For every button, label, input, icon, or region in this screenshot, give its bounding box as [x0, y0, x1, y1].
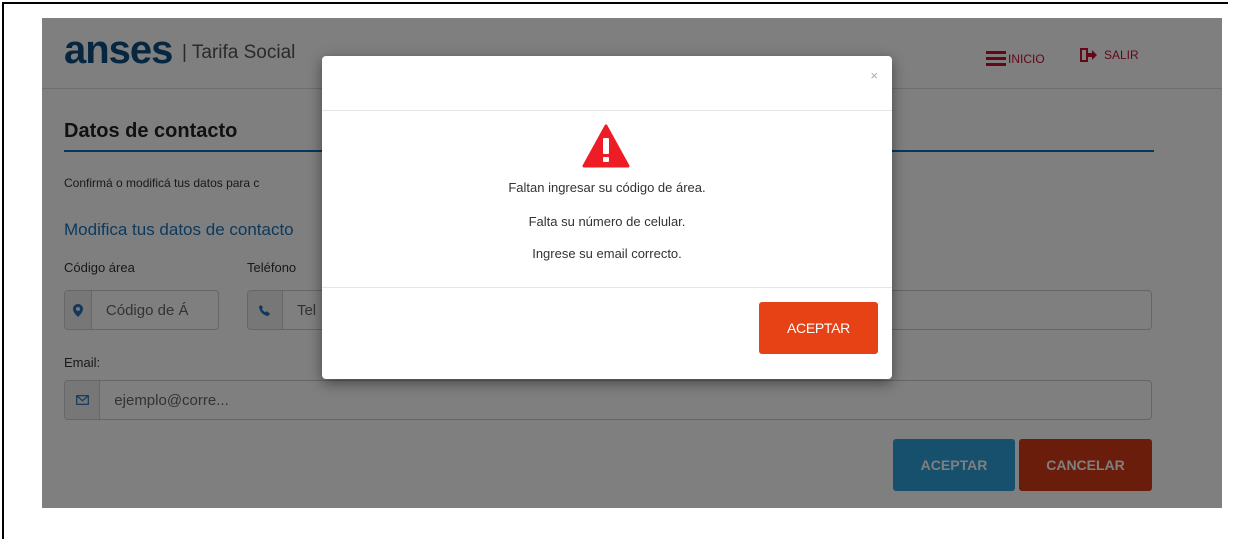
modal-accept-button[interactable]: ACEPTAR — [759, 302, 878, 354]
modal-header-divider — [322, 110, 892, 111]
alert-modal: × Faltan ingresar su código de área. Fal… — [322, 56, 892, 379]
modal-message-email: Ingrese su email correcto. — [532, 246, 682, 261]
warning-icon — [582, 124, 630, 168]
modal-message-area-code: Faltan ingresar su código de área. — [508, 180, 706, 195]
modal-footer-divider — [322, 287, 892, 288]
close-icon[interactable]: × — [870, 68, 878, 83]
modal-message-phone: Falta su número de celular. — [528, 214, 686, 229]
